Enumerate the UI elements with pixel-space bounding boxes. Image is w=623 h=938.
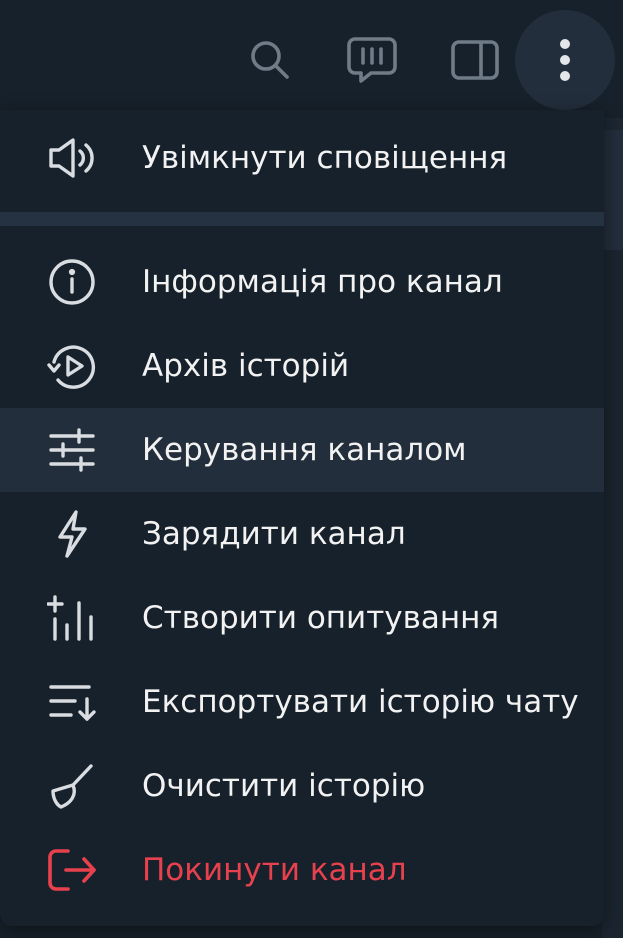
leave-icon (44, 844, 100, 896)
speaker-icon (44, 132, 100, 184)
poll-icon (44, 592, 100, 644)
menu-item-label: Покинути канал (142, 852, 407, 888)
more-button[interactable] (515, 10, 615, 110)
more-vertical-icon (560, 39, 570, 81)
menu-item-channel-info[interactable]: Інформація про канал (0, 240, 604, 324)
menu-item-label: Архів історій (142, 348, 350, 384)
menu-item-label: Інформація про канал (142, 264, 503, 300)
menu-item-label: Увімкнути сповіщення (142, 140, 508, 176)
menu-item-stories-archive[interactable]: Архів історій (0, 324, 604, 408)
menu-item-clear-history[interactable]: Очистити історію (0, 744, 604, 828)
lightning-icon (44, 508, 100, 560)
menu-item-label: Експортувати історію чату (142, 684, 579, 720)
sliders-icon (44, 424, 100, 476)
menu-item-label: Зарядити канал (142, 516, 406, 552)
export-icon (44, 676, 100, 728)
menu-item-create-poll[interactable]: Створити опитування (0, 576, 604, 660)
toggle-sidebar-button[interactable] (425, 10, 525, 110)
menu-separator (0, 212, 604, 226)
channel-menu: Увімкнути сповіщення Інформація про кана… (0, 110, 604, 926)
menu-item-leave-channel[interactable]: Покинути канал (0, 828, 604, 912)
chat-header (0, 0, 623, 118)
menu-item-manage-channel[interactable]: Керування каналом (0, 408, 604, 492)
menu-item-export-history[interactable]: Експортувати історію чату (0, 660, 604, 744)
menu-item-label: Очистити історію (142, 768, 426, 804)
menu-item-label: Керування каналом (142, 432, 467, 468)
info-icon (44, 256, 100, 308)
menu-item-unmute[interactable]: Увімкнути сповіщення (0, 116, 604, 200)
search-button[interactable] (220, 10, 320, 110)
menu-item-label: Створити опитування (142, 600, 500, 636)
menu-item-boost-channel[interactable]: Зарядити канал (0, 492, 604, 576)
live-chat-button[interactable] (322, 10, 422, 110)
chat-icon (347, 37, 397, 83)
search-icon (251, 41, 289, 79)
chat-backdrop (602, 250, 623, 938)
broom-icon (44, 760, 100, 812)
stories-archive-icon (44, 340, 100, 392)
chat-backdrop (602, 130, 623, 250)
sidebar-toggle-icon (451, 40, 499, 80)
